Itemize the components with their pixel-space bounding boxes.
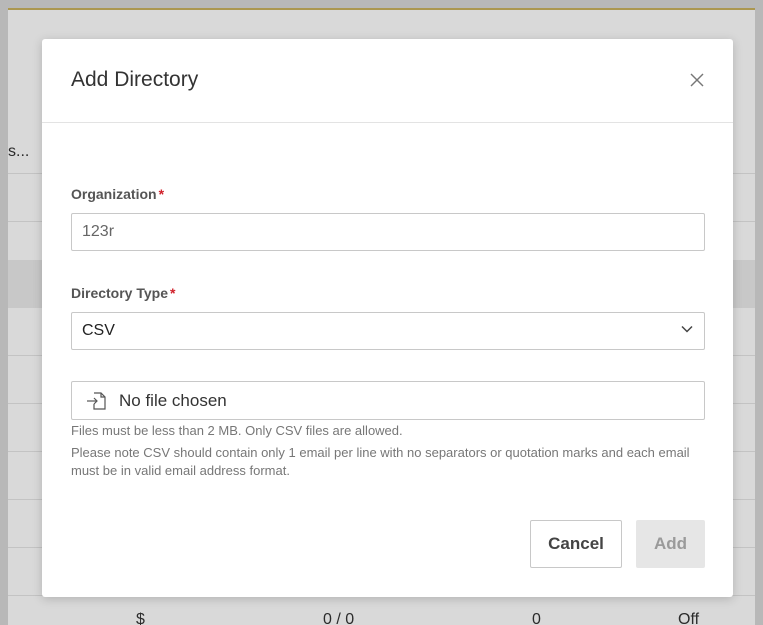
directory-type-label-text: Directory Type — [71, 285, 168, 301]
file-upload-input[interactable]: No file chosen — [71, 381, 705, 420]
add-button[interactable]: Add — [636, 520, 705, 568]
required-mark: * — [158, 186, 165, 202]
directory-type-value: CSV — [82, 322, 115, 339]
file-import-icon — [85, 390, 107, 412]
chevron-down-icon — [680, 322, 694, 341]
required-mark: * — [170, 285, 176, 301]
directory-type-select[interactable]: CSV — [71, 312, 705, 350]
organization-input[interactable] — [71, 213, 705, 251]
csv-format-hint: Please note CSV should contain only 1 em… — [71, 445, 690, 478]
organization-label: Organization * — [71, 186, 164, 202]
dialog-header: Add Directory — [42, 39, 733, 123]
close-icon[interactable] — [687, 70, 707, 90]
file-size-hint: Files must be less than 2 MB. Only CSV f… — [71, 423, 403, 438]
add-directory-dialog: Add Directory Organization* Directory Ty… — [42, 39, 733, 597]
organization-label-text: Organization — [71, 186, 157, 202]
directory-type-label: Directory Type * — [71, 285, 175, 301]
cancel-button[interactable]: Cancel — [530, 520, 622, 568]
dialog-title: Add Directory — [71, 68, 199, 91]
file-status-text: No file chosen — [119, 390, 227, 410]
